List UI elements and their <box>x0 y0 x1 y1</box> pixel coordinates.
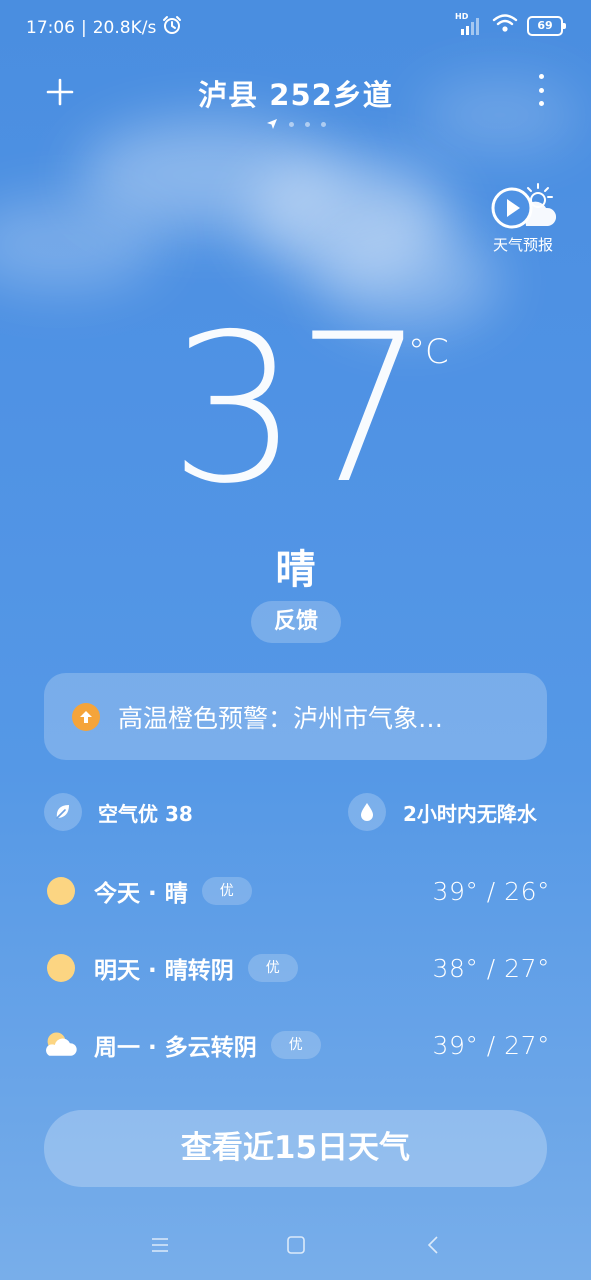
page-dot <box>320 121 326 127</box>
sun-icon <box>44 951 78 985</box>
menu-nav-button[interactable] <box>145 1232 175 1258</box>
status-bar: 17:06 | 20.8K/s HD 69 <box>0 0 591 52</box>
battery-icon: 69 <box>527 15 566 36</box>
precipitation-label: 2小时内无降水 <box>403 801 537 826</box>
weather-alert-card[interactable]: 高温橙色预警：泸州市气象… <box>44 673 547 760</box>
day-label: 周一 · 多云转阴 <box>94 1035 257 1061</box>
header: 泸县 252乡道 <box>0 60 591 130</box>
air-quality-label: 空气优 38 <box>98 801 193 826</box>
status-time: 17:06 <box>26 17 75 38</box>
aqi-badge: 优 <box>247 954 298 982</box>
home-square-icon <box>287 1236 305 1254</box>
alarm-icon <box>162 15 182 40</box>
air-quality-item[interactable]: 空气优 38 <box>44 793 193 831</box>
view-15-day-forecast-button[interactable]: 查看近15日天气 <box>44 1110 547 1187</box>
more-menu-button[interactable] <box>531 74 551 106</box>
day-temperature-range: 38° / 27° <box>432 953 550 983</box>
weather-video-icon <box>491 183 557 229</box>
current-temperature: 37 °C <box>0 300 591 520</box>
day-temperature-range: 39° / 26° <box>432 876 550 906</box>
temperature-value: 37 <box>169 291 426 529</box>
water-drop-icon <box>348 793 386 831</box>
status-network-speed: 20.8K/s <box>92 17 157 38</box>
feedback-button[interactable]: 反馈 <box>251 601 341 643</box>
status-divider: | <box>81 17 87 38</box>
page-dot <box>304 121 310 127</box>
home-nav-button[interactable] <box>281 1232 311 1258</box>
daily-row-tomorrow[interactable]: 明天 · 晴转阴 优 38° / 27° <box>44 948 550 988</box>
leaf-icon <box>44 793 82 831</box>
precipitation-item[interactable]: 2小时内无降水 <box>348 793 537 831</box>
forecast-video-button[interactable]: 天气预报 <box>485 180 561 255</box>
menu-icon <box>152 1238 168 1252</box>
status-left: 17:06 | 20.8K/s <box>26 15 182 40</box>
more-dot <box>538 87 544 93</box>
signal-icon: HD <box>455 12 483 36</box>
aqi-badge: 优 <box>201 877 252 905</box>
back-nav-button[interactable] <box>418 1232 448 1258</box>
more-dot <box>538 101 544 106</box>
weather-condition: 晴 <box>275 547 316 593</box>
info-row: 空气优 38 2小时内无降水 <box>44 793 547 833</box>
day-label: 今天 · 晴 <box>94 881 188 907</box>
location-title[interactable]: 泸县 252乡道 <box>0 72 591 114</box>
more-dot <box>538 74 544 79</box>
temperature-unit: °C <box>408 332 449 372</box>
back-chevron-icon <box>427 1236 438 1254</box>
partly-cloudy-icon <box>44 1028 78 1062</box>
daily-row-today[interactable]: 今天 · 晴 优 39° / 26° <box>44 871 550 911</box>
status-right: HD 69 <box>455 12 566 38</box>
aqi-badge: 优 <box>270 1031 321 1059</box>
alert-text: 高温橙色预警：泸州市气象… <box>118 703 444 733</box>
sun-icon <box>44 874 78 908</box>
page-dot <box>288 121 294 127</box>
day-label: 明天 · 晴转阴 <box>94 958 234 984</box>
location-arrow-icon <box>266 119 277 129</box>
navigation-bar <box>0 1220 591 1270</box>
daily-row-monday[interactable]: 周一 · 多云转阴 优 39° / 27° <box>44 1025 550 1065</box>
wifi-icon <box>492 13 518 38</box>
day-temperature-range: 39° / 27° <box>432 1030 550 1060</box>
alert-arrow-icon <box>72 702 100 731</box>
page-indicator <box>0 118 591 130</box>
forecast-video-label: 天气预报 <box>492 236 553 254</box>
